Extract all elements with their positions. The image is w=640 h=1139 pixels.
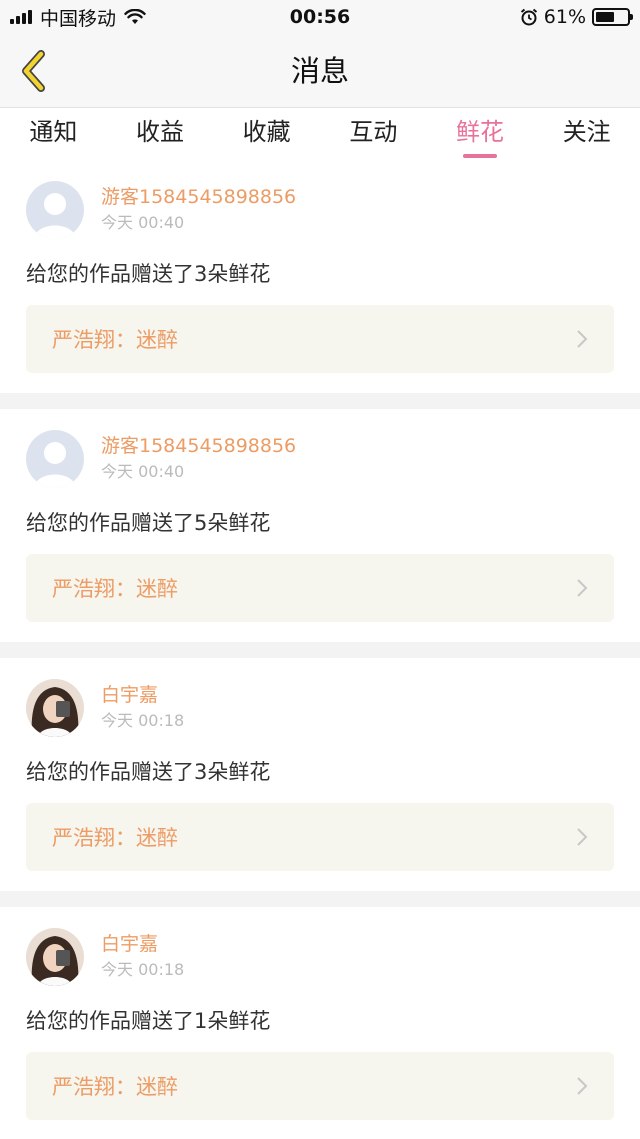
avatar[interactable] [26, 679, 84, 737]
signal-icon [10, 10, 32, 24]
avatar[interactable] [26, 430, 84, 488]
sender-name[interactable]: 游客1584545898856 [101, 434, 296, 458]
message-header: 白宇嘉 今天 00:18 [26, 658, 614, 738]
photo-avatar-icon [26, 679, 84, 737]
divider [0, 891, 640, 907]
message-time: 今天 00:18 [101, 711, 185, 730]
work-link[interactable]: 严浩翔：迷醉 [26, 1052, 614, 1120]
sender-name[interactable]: 游客1584545898856 [101, 185, 296, 209]
message-card: 游客1584545898856 今天 00:40 给您的作品赠送了3朵鲜花 严浩… [0, 160, 640, 393]
battery-percent: 61% [543, 6, 586, 28]
tab-favorites[interactable]: 收藏 [213, 108, 320, 160]
status-bar: 中国移动 00:56 61% [0, 0, 640, 34]
tab-interaction[interactable]: 互动 [320, 108, 427, 160]
work-link[interactable]: 严浩翔：迷醉 [26, 305, 614, 373]
message-list: 游客1584545898856 今天 00:40 给您的作品赠送了3朵鲜花 严浩… [0, 160, 640, 1139]
default-avatar-icon [26, 181, 84, 239]
work-link[interactable]: 严浩翔：迷醉 [26, 803, 614, 871]
divider [0, 393, 640, 409]
message-time: 今天 00:40 [101, 213, 185, 232]
nav-bar: 消息 [0, 34, 640, 108]
tab-flowers[interactable]: 鲜花 [427, 108, 534, 160]
chevron-right-icon [577, 1077, 588, 1095]
message-header: 白宇嘉 今天 00:18 [26, 907, 614, 987]
message-meta: 游客1584545898856 今天 00:40 [101, 185, 296, 235]
message-header: 游客1584545898856 今天 00:40 [26, 409, 614, 489]
message-card: 白宇嘉 今天 00:18 给您的作品赠送了3朵鲜花 严浩翔：迷醉 [0, 658, 640, 891]
message-time: 今天 00:18 [101, 960, 185, 979]
avatar[interactable] [26, 928, 84, 986]
message-text: 给您的作品赠送了3朵鲜花 [26, 760, 271, 784]
message-meta: 白宇嘉 今天 00:18 [101, 932, 184, 982]
message-text: 给您的作品赠送了1朵鲜花 [26, 1009, 271, 1033]
work-title: 严浩翔：迷醉 [52, 328, 178, 352]
work-title: 严浩翔：迷醉 [52, 577, 178, 601]
avatar[interactable] [26, 181, 84, 239]
work-title: 严浩翔：迷醉 [52, 826, 178, 850]
default-avatar-icon [26, 430, 84, 488]
battery-level [596, 12, 615, 22]
carrier-label: 中国移动 [40, 7, 117, 30]
status-left: 中国移动 [10, 0, 146, 34]
tab-follow[interactable]: 关注 [533, 108, 640, 160]
page-title: 消息 [290, 54, 349, 88]
message-card: 游客1584545898856 今天 00:40 给您的作品赠送了5朵鲜花 严浩… [0, 409, 640, 642]
message-card: 白宇嘉 今天 00:18 给您的作品赠送了1朵鲜花 严浩翔：迷醉 [0, 907, 640, 1139]
message-text: 给您的作品赠送了5朵鲜花 [26, 511, 271, 535]
message-header: 游客1584545898856 今天 00:40 [26, 160, 614, 240]
message-time: 今天 00:40 [101, 462, 185, 481]
chevron-right-icon [577, 330, 588, 348]
message-meta: 白宇嘉 今天 00:18 [101, 683, 184, 733]
battery-icon [592, 8, 633, 26]
photo-avatar-icon [26, 928, 84, 986]
divider [0, 642, 640, 658]
tab-bar: 通知 收益 收藏 互动 鲜花 关注 [0, 108, 640, 160]
work-title: 严浩翔：迷醉 [52, 1075, 178, 1099]
tab-earnings[interactable]: 收益 [107, 108, 214, 160]
work-link[interactable]: 严浩翔：迷醉 [26, 554, 614, 622]
status-right: 61% [520, 0, 633, 34]
back-button[interactable] [12, 48, 56, 94]
alarm-icon [520, 8, 537, 26]
sender-name[interactable]: 白宇嘉 [101, 932, 184, 956]
message-text: 给您的作品赠送了3朵鲜花 [26, 262, 271, 286]
sender-name[interactable]: 白宇嘉 [101, 683, 184, 707]
chevron-right-icon [577, 828, 588, 846]
wifi-icon [124, 9, 146, 24]
message-meta: 游客1584545898856 今天 00:40 [101, 434, 296, 484]
tab-notice[interactable]: 通知 [0, 108, 107, 160]
chevron-left-icon [22, 50, 45, 92]
chevron-right-icon [577, 579, 588, 597]
